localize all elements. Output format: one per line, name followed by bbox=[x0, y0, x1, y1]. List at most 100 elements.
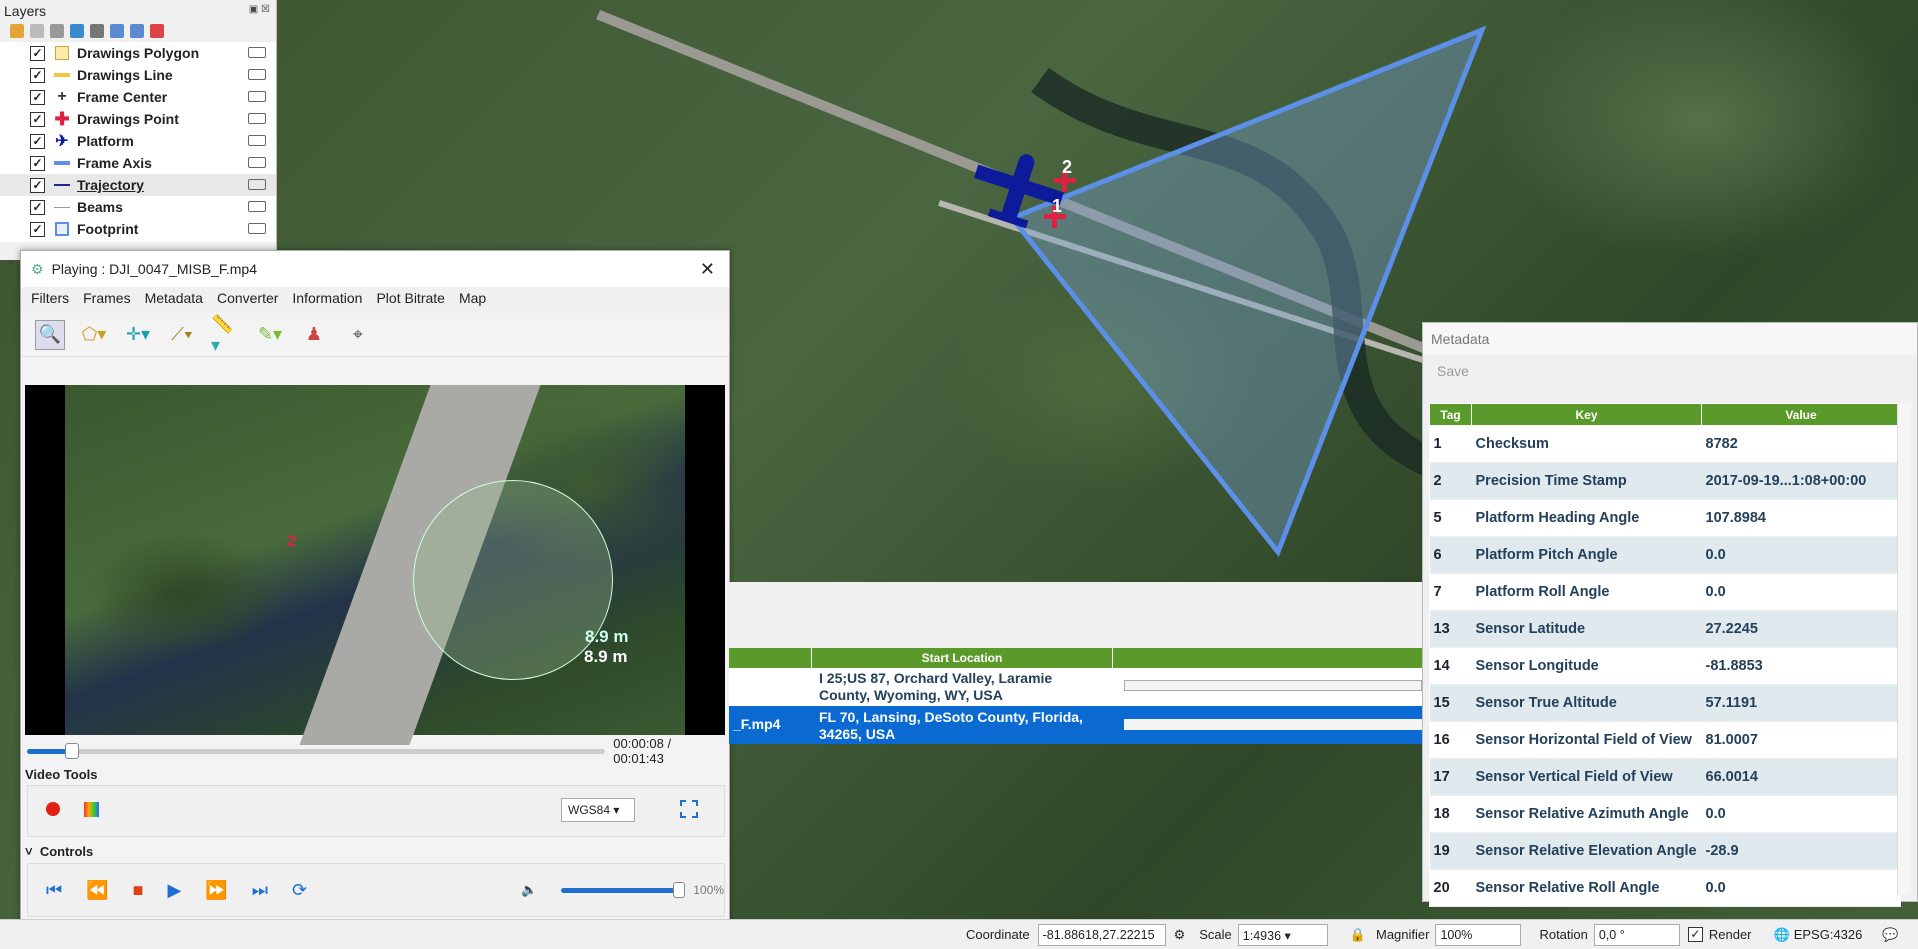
panel-float-close-icons[interactable]: ▣ ☒ bbox=[249, 4, 270, 15]
layer-action-icon[interactable] bbox=[248, 135, 266, 146]
layer-visibility-checkbox[interactable]: ✓ bbox=[30, 155, 45, 171]
metadata-row[interactable]: 5 Platform Heading Angle 107.8984 bbox=[1429, 499, 1901, 537]
scale-combo[interactable]: 1:4936 ▾ bbox=[1237, 923, 1328, 946]
highlighter-icon[interactable]: ✎▾ bbox=[255, 320, 285, 350]
layer-visibility-checkbox[interactable]: ✓ bbox=[30, 221, 45, 237]
menu-item[interactable]: Frames bbox=[83, 290, 130, 310]
skip-start-icon[interactable]: ⏮ bbox=[46, 880, 62, 901]
metadata-col-tag[interactable]: Tag bbox=[1429, 403, 1472, 426]
metadata-row[interactable]: 19 Sensor Relative Elevation Angle -28.9 bbox=[1429, 832, 1901, 870]
layer-visibility-checkbox[interactable]: ✓ bbox=[30, 111, 45, 127]
stop-icon[interactable]: ■ bbox=[133, 880, 144, 901]
layer-action-icon[interactable] bbox=[248, 113, 266, 124]
layer-visibility-checkbox[interactable]: ✓ bbox=[30, 133, 45, 149]
visibility-icon[interactable] bbox=[50, 24, 64, 38]
map-pin-icon[interactable]: ⌖ bbox=[343, 320, 373, 350]
layer-visibility-checkbox[interactable]: ✓ bbox=[30, 45, 45, 61]
draw-line-icon[interactable]: ⟋▾ bbox=[167, 320, 197, 350]
coordinate-field[interactable]: -81.88618,27.22215 bbox=[1037, 923, 1166, 946]
layer-action-icon[interactable] bbox=[248, 157, 266, 168]
menu-item[interactable]: Information bbox=[292, 290, 362, 310]
layer-item[interactable]: ✓ Drawings Polygon bbox=[0, 42, 276, 64]
layer-visibility-checkbox[interactable]: ✓ bbox=[30, 177, 45, 193]
expression-icon[interactable] bbox=[90, 24, 104, 38]
record-icon[interactable] bbox=[46, 802, 60, 816]
layer-visibility-checkbox[interactable]: ✓ bbox=[30, 89, 45, 105]
metadata-col-value[interactable]: Value bbox=[1701, 403, 1901, 426]
stamp-icon[interactable]: ♟ bbox=[299, 320, 329, 350]
layer-action-icon[interactable] bbox=[248, 69, 266, 80]
metadata-row[interactable]: 20 Sensor Relative Roll Angle 0.0 bbox=[1429, 869, 1901, 907]
controls-header[interactable]: ˅ Controls bbox=[25, 844, 93, 859]
close-icon[interactable]: ✕ bbox=[700, 259, 715, 280]
rewind-icon[interactable]: ⏪ bbox=[86, 880, 108, 901]
menu-item[interactable]: Metadata bbox=[145, 290, 203, 310]
crs-button[interactable]: EPSG:4326 bbox=[1794, 927, 1863, 942]
metadata-row[interactable]: 17 Sensor Vertical Field of View 66.0014 bbox=[1429, 758, 1901, 796]
metadata-row[interactable]: 1 Checksum 8782 bbox=[1429, 425, 1901, 463]
loop-icon[interactable]: ⟳ bbox=[292, 880, 307, 901]
menu-item[interactable]: Plot Bitrate bbox=[376, 290, 444, 310]
style-brush-icon[interactable] bbox=[10, 24, 24, 38]
tree-expand-icon[interactable]: ▼ bbox=[6, 258, 16, 269]
metadata-row[interactable]: 16 Sensor Horizontal Field of View 81.0007 bbox=[1429, 721, 1901, 759]
layer-item[interactable]: ✓ Footprint bbox=[0, 218, 276, 240]
grid-header-file[interactable] bbox=[729, 648, 811, 668]
rotation-field[interactable]: 0,0 ° bbox=[1593, 923, 1680, 946]
metadata-row[interactable]: 2 Precision Time Stamp 2017-09-19...1:08+0… bbox=[1429, 462, 1901, 500]
video-frame[interactable]: 2 8.9 m 8.9 m bbox=[25, 385, 725, 745]
layer-action-icon[interactable] bbox=[248, 47, 266, 58]
grid-header-progress[interactable] bbox=[1113, 648, 1422, 668]
save-button[interactable]: Save bbox=[1423, 355, 1917, 387]
layer-action-icon[interactable] bbox=[248, 223, 266, 234]
layer-action-icon[interactable] bbox=[248, 201, 266, 212]
play-icon[interactable]: ▶ bbox=[168, 880, 182, 901]
fast-forward-icon[interactable]: ⏩ bbox=[205, 880, 227, 901]
layer-item[interactable]: ✓ + Frame Center bbox=[0, 86, 276, 108]
crs-select[interactable]: WGS84 ▾ bbox=[561, 798, 635, 822]
filter-icon[interactable] bbox=[70, 24, 84, 38]
collapse-all-icon[interactable] bbox=[130, 24, 144, 38]
capture-frame-icon[interactable] bbox=[680, 800, 698, 818]
add-group-icon[interactable] bbox=[30, 24, 44, 38]
volume-slider[interactable] bbox=[561, 881, 686, 898]
layer-action-icon[interactable] bbox=[248, 91, 266, 102]
metadata-row[interactable]: 18 Sensor Relative Azimuth Angle 0.0 bbox=[1429, 795, 1901, 833]
layer-visibility-checkbox[interactable]: ✓ bbox=[30, 199, 45, 215]
draw-point-icon[interactable]: ✛▾ bbox=[123, 320, 153, 350]
color-filter-icon[interactable] bbox=[84, 802, 99, 817]
layer-item[interactable]: ✓ Drawings Line bbox=[0, 64, 276, 86]
layer-item[interactable]: ✓ ✈ Platform bbox=[0, 130, 276, 152]
menu-item[interactable]: Converter bbox=[217, 290, 278, 310]
menu-item[interactable]: Filters bbox=[31, 290, 69, 310]
magnifier-field[interactable]: 100% bbox=[1435, 923, 1522, 946]
remove-layer-icon[interactable] bbox=[150, 24, 164, 38]
skip-end-icon[interactable]: ⏭ bbox=[252, 880, 268, 901]
metadata-col-key[interactable]: Key bbox=[1471, 403, 1702, 426]
layer-item[interactable]: ✓ Frame Axis bbox=[0, 152, 276, 174]
layer-item[interactable]: ✓ Beams bbox=[0, 196, 276, 218]
coordinate-toggle-icon[interactable]: ⚙ bbox=[1174, 927, 1186, 943]
messages-icon[interactable]: 💬 bbox=[1882, 927, 1898, 943]
lock-icon[interactable]: 🔒 bbox=[1350, 927, 1366, 943]
metadata-row[interactable]: 14 Sensor Longitude -81.8853 bbox=[1429, 647, 1901, 685]
render-checkbox[interactable]: ✓ bbox=[1687, 927, 1703, 942]
metadata-row[interactable]: 13 Sensor Latitude 27.2245 bbox=[1429, 610, 1901, 648]
volume-handle[interactable] bbox=[673, 881, 686, 898]
metadata-row[interactable]: 6 Platform Pitch Angle 0.0 bbox=[1429, 536, 1901, 574]
layer-item[interactable]: ✓ Trajectory bbox=[0, 174, 276, 196]
metadata-row[interactable]: 7 Platform Roll Angle 0.0 bbox=[1429, 573, 1901, 611]
grid-header-start-location[interactable]: Start Location bbox=[812, 648, 1112, 668]
seek-slider[interactable] bbox=[27, 742, 606, 759]
seek-handle[interactable] bbox=[65, 742, 80, 759]
volume-icon[interactable]: 🔈 bbox=[521, 882, 537, 898]
layer-visibility-checkbox[interactable]: ✓ bbox=[30, 67, 45, 83]
layer-item[interactable]: ✓ ✚ Drawings Point bbox=[0, 108, 276, 130]
menu-item[interactable]: Map bbox=[459, 290, 486, 310]
expand-all-icon[interactable] bbox=[110, 24, 124, 38]
measure-ruler-icon[interactable]: 📏▾ bbox=[211, 314, 241, 355]
metadata-scrollbar[interactable] bbox=[1897, 403, 1911, 895]
draw-polygon-icon[interactable]: ⬠▾ bbox=[79, 320, 109, 350]
metadata-row[interactable]: 15 Sensor True Altitude 57.1191 bbox=[1429, 684, 1901, 722]
zoom-search-icon[interactable]: 🔍 bbox=[35, 319, 65, 350]
